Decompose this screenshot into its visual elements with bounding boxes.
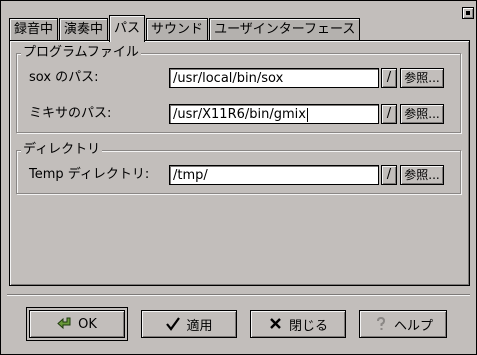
tab-playing[interactable]: 演奏中 — [59, 18, 109, 41]
help-button[interactable]: ヘルプ — [359, 310, 447, 338]
apply-button[interactable]: 適用 — [141, 310, 237, 338]
window-close-icon[interactable] — [462, 7, 474, 19]
directory-frame: ディレクトリ Temp ディレクトリ: /tmp/ / 参照... — [16, 142, 461, 194]
sox-path-input[interactable]: /usr/local/bin/sox — [169, 68, 379, 88]
tab-paths[interactable]: パス — [109, 15, 146, 42]
apply-button-label: 適用 — [186, 318, 213, 334]
tab-sound[interactable]: サウンド — [146, 18, 209, 41]
x-icon — [270, 318, 281, 329]
ok-button-label: OK — [78, 316, 97, 332]
sox-browse-button[interactable]: 参照... — [400, 68, 444, 88]
sox-root-button[interactable]: / — [381, 68, 397, 88]
mixer-browse-button[interactable]: 参照... — [400, 104, 444, 124]
directory-title: ディレクトリ — [21, 142, 103, 158]
close-button[interactable]: 閉じる — [250, 310, 346, 338]
tab-recording[interactable]: 録音中 — [9, 18, 59, 41]
program-files-title: プログラムファイル — [21, 45, 141, 61]
checkmark-icon — [166, 317, 181, 331]
temp-dir-input[interactable]: /tmp/ — [169, 165, 379, 185]
mixer-root-button[interactable]: / — [381, 104, 397, 124]
paths-page: プログラムファイル sox のパス: /usr/local/bin/sox / … — [9, 40, 470, 286]
text-cursor — [306, 107, 308, 122]
tab-bar: 録音中 演奏中 パス サウンド ユーザインターフェース — [9, 15, 361, 42]
temp-dir-label: Temp ディレクトリ: — [29, 167, 150, 182]
question-icon — [376, 316, 385, 330]
tab-user-interface[interactable]: ユーザインターフェース — [209, 18, 361, 41]
temp-root-button[interactable]: / — [381, 165, 397, 185]
temp-browse-button[interactable]: 参照... — [400, 165, 444, 185]
ok-button[interactable]: OK — [26, 307, 128, 341]
help-button-label: ヘルプ — [393, 318, 433, 334]
sox-path-label: sox のパス: — [29, 70, 99, 85]
mixer-path-input[interactable]: /usr/X11R6/bin/gmix — [169, 104, 379, 124]
close-button-label: 閉じる — [288, 318, 328, 334]
ok-arrow-icon — [57, 317, 71, 330]
button-separator — [7, 294, 470, 296]
program-files-frame: プログラムファイル sox のパス: /usr/local/bin/sox / … — [16, 45, 461, 133]
mixer-path-label: ミキサのパス: — [29, 106, 112, 121]
preferences-window: 録音中 演奏中 パス サウンド ユーザインターフェース プログラムファイル so… — [0, 0, 477, 355]
